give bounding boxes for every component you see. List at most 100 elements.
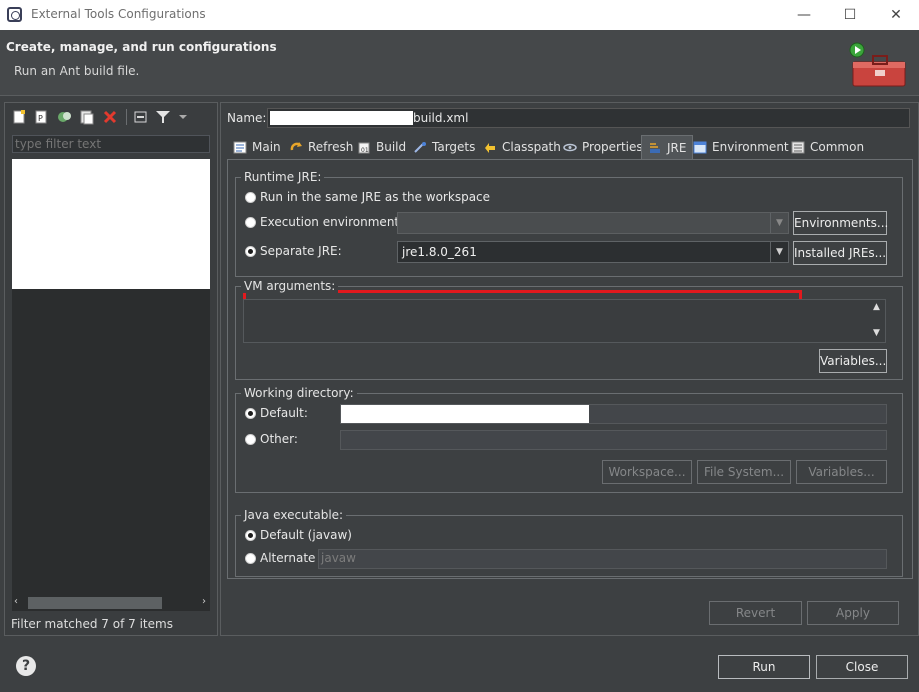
tab-label: Build bbox=[376, 140, 407, 154]
tab-label: Common bbox=[810, 140, 865, 154]
file-system-button[interactable]: File System... bbox=[697, 460, 791, 484]
jre-icon bbox=[650, 143, 660, 153]
same-jre-radio[interactable] bbox=[245, 192, 256, 203]
revert-button[interactable]: Revert bbox=[709, 601, 802, 625]
tab-label: Refresh bbox=[308, 140, 354, 154]
java-alternate-field[interactable]: javaw bbox=[318, 549, 887, 569]
execution-environment-select[interactable]: ▼ bbox=[397, 212, 789, 234]
help-icon[interactable]: ? bbox=[16, 656, 36, 676]
tab-label: Classpath bbox=[502, 140, 561, 154]
horizontal-scrollbar[interactable]: ‹ › bbox=[12, 595, 210, 611]
toolbar-divider bbox=[126, 109, 127, 125]
tab-refresh[interactable]: Refresh bbox=[283, 135, 359, 159]
app-icon bbox=[7, 7, 22, 22]
main-tab-icon bbox=[233, 141, 247, 153]
vm-arguments-legend: VM arguments: bbox=[241, 279, 339, 293]
name-value: build.xml bbox=[413, 111, 469, 125]
chevron-down-icon: ▼ bbox=[770, 242, 788, 262]
properties-icon bbox=[563, 143, 577, 151]
working-dir-other-label[interactable]: Other: bbox=[260, 432, 298, 446]
execution-environment-label[interactable]: Execution environment: bbox=[260, 215, 403, 229]
tab-properties[interactable]: Properties bbox=[557, 135, 649, 159]
tab-build[interactable]: 01 Build bbox=[351, 135, 412, 159]
filter-icon[interactable] bbox=[155, 109, 171, 125]
vm-arguments-group: VM arguments: ▲ ▼ Variables... bbox=[235, 279, 903, 380]
tab-common[interactable]: Common bbox=[785, 135, 870, 159]
working-directory-group: Working directory: Default: Other: Works… bbox=[235, 386, 903, 493]
title-bar: External Tools Configurations — ☐ ✕ bbox=[0, 0, 919, 30]
separate-jre-select[interactable]: jre1.8.0_261 ▼ bbox=[397, 241, 789, 263]
working-dir-default-field bbox=[340, 404, 887, 424]
vm-arguments-field[interactable]: ▲ ▼ bbox=[243, 299, 886, 343]
installed-jres-button[interactable]: Installed JREs... bbox=[793, 241, 887, 265]
maximize-button[interactable]: ☐ bbox=[827, 0, 873, 30]
vm-arguments-scrollbar[interactable]: ▲ ▼ bbox=[869, 300, 885, 342]
apply-button[interactable]: Apply bbox=[807, 601, 899, 625]
classpath-icon bbox=[485, 142, 495, 153]
header-title: Create, manage, and run configurations bbox=[6, 40, 277, 54]
working-directory-legend: Working directory: bbox=[241, 386, 357, 400]
working-dir-other-field[interactable] bbox=[340, 430, 887, 450]
delete-icon[interactable] bbox=[102, 109, 118, 125]
execution-environment-radio[interactable] bbox=[245, 217, 256, 228]
java-default-radio[interactable] bbox=[245, 530, 256, 541]
common-icon bbox=[791, 141, 805, 153]
runtime-jre-group: Runtime JRE: Run in the same JRE as the … bbox=[235, 170, 903, 277]
working-dir-variables-button[interactable]: Variables... bbox=[796, 460, 887, 484]
configuration-tree[interactable] bbox=[12, 159, 210, 289]
tab-environment[interactable]: Environment bbox=[687, 135, 795, 159]
same-jre-label[interactable]: Run in the same JRE as the workspace bbox=[260, 190, 490, 204]
tab-main[interactable]: Main bbox=[227, 135, 287, 159]
tab-label: JRE bbox=[667, 140, 687, 155]
new-configuration-icon[interactable] bbox=[11, 109, 27, 125]
scroll-down-icon[interactable]: ▼ bbox=[873, 328, 880, 338]
separate-jre-value: jre1.8.0_261 bbox=[402, 245, 477, 259]
close-button[interactable]: Close bbox=[816, 655, 908, 679]
svg-text:P: P bbox=[38, 114, 43, 123]
name-label: Name: bbox=[227, 111, 267, 125]
targets-icon bbox=[414, 141, 426, 153]
tab-label: Main bbox=[252, 140, 281, 154]
scrollbar-thumb[interactable] bbox=[28, 597, 162, 609]
working-dir-default-label[interactable]: Default: bbox=[260, 406, 308, 420]
configuration-list-panel: P ‹ › Filter matched 7 of 7 items bbox=[4, 102, 218, 636]
working-dir-default-radio[interactable] bbox=[245, 408, 256, 419]
tab-jre[interactable]: JRE bbox=[641, 135, 694, 159]
build-icon: 01 bbox=[358, 142, 370, 154]
filter-status: Filter matched 7 of 7 items bbox=[11, 617, 173, 631]
java-alternate-label[interactable]: Alternate bbox=[260, 551, 315, 565]
close-window-button[interactable]: ✕ bbox=[873, 0, 919, 30]
new-prototype-icon[interactable]: P bbox=[33, 109, 49, 125]
jre-tab-content: Runtime JRE: Run in the same JRE as the … bbox=[227, 159, 913, 579]
tab-label: Properties bbox=[582, 140, 643, 154]
environments-button[interactable]: Environments... bbox=[793, 211, 888, 235]
name-field[interactable]: build.xml bbox=[267, 108, 910, 128]
separate-jre-label[interactable]: Separate JRE: bbox=[260, 244, 342, 258]
separate-jre-radio[interactable] bbox=[245, 246, 256, 257]
workspace-button[interactable]: Workspace... bbox=[602, 460, 692, 484]
java-alternate-radio[interactable] bbox=[245, 553, 256, 564]
java-default-label[interactable]: Default (javaw) bbox=[260, 528, 352, 542]
scroll-right-icon[interactable]: › bbox=[202, 596, 206, 607]
tab-classpath[interactable]: Classpath bbox=[477, 135, 567, 159]
name-redacted-region bbox=[270, 111, 413, 125]
java-alternate-value: javaw bbox=[321, 551, 356, 565]
export-icon[interactable] bbox=[79, 109, 95, 125]
configuration-tree-empty-area[interactable] bbox=[12, 289, 210, 595]
external-tools-banner-icon bbox=[849, 42, 906, 87]
filter-input[interactable] bbox=[12, 135, 210, 153]
configuration-tabs: Main Refresh 01 Build Targets Classpath … bbox=[227, 135, 913, 159]
run-button[interactable]: Run bbox=[718, 655, 810, 679]
minimize-button[interactable]: — bbox=[781, 0, 827, 30]
runtime-jre-legend: Runtime JRE: bbox=[241, 170, 325, 184]
java-executable-group: Java executable: Default (javaw) Alterna… bbox=[235, 508, 903, 577]
vm-variables-button[interactable]: Variables... bbox=[819, 349, 887, 373]
working-dir-other-radio[interactable] bbox=[245, 434, 256, 445]
scroll-left-icon[interactable]: ‹ bbox=[14, 596, 18, 607]
collapse-all-icon[interactable] bbox=[133, 109, 149, 125]
window-title: External Tools Configurations bbox=[31, 7, 206, 21]
view-menu-icon[interactable] bbox=[175, 109, 191, 125]
scroll-up-icon[interactable]: ▲ bbox=[873, 302, 880, 312]
duplicate-icon[interactable] bbox=[56, 109, 72, 125]
tab-targets[interactable]: Targets bbox=[407, 135, 481, 159]
